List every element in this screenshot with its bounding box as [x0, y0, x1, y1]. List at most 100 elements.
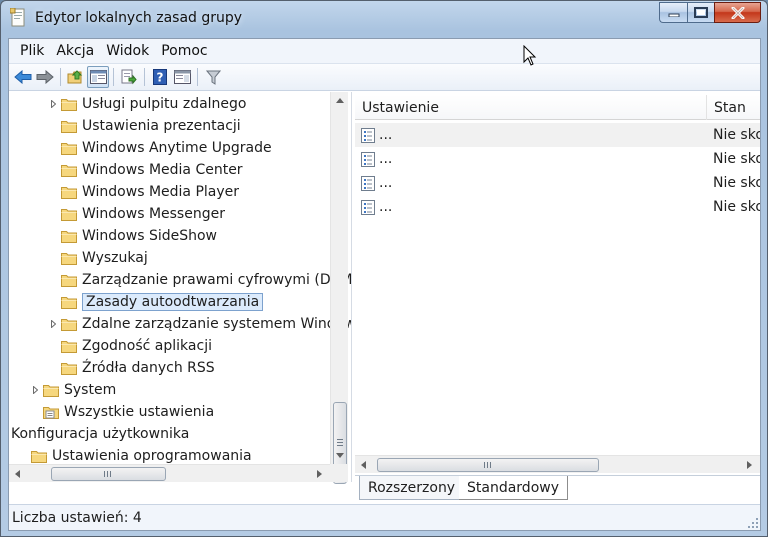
back-arrow-icon — [14, 70, 32, 84]
show-hide-tree-button[interactable] — [87, 66, 109, 88]
tree-expander[interactable] — [47, 100, 59, 108]
tree-item-label: Windows Anytime Upgrade — [82, 140, 272, 156]
view-tabs: Rozszerzony Standardowy — [355, 475, 760, 501]
menu-pomoc[interactable]: Pomoc — [155, 43, 213, 59]
scroll-down-button[interactable] — [331, 447, 349, 464]
menu-plik[interactable]: Plik — [14, 43, 50, 59]
list-scroll-right-button[interactable] — [741, 456, 758, 474]
tree-pane[interactable]: Usługi pulpitu zdalnego Ustawienia prezen… — [9, 92, 352, 482]
folder-icon — [61, 209, 77, 221]
scroll-left-button[interactable] — [9, 465, 26, 483]
tree-item[interactable]: Ustawienia prezentacji — [61, 115, 241, 137]
setting-name: ... — [379, 151, 393, 167]
chevron-right-icon — [50, 320, 56, 328]
arrow-left-icon — [361, 461, 366, 469]
setting-row[interactable]: ... Nie skonfigurowano — [355, 147, 760, 171]
policy-setting-icon — [361, 151, 375, 167]
filter-icon — [205, 70, 221, 85]
tree-item-label: Ustawienia oprogramowania — [52, 448, 252, 464]
list-scroll-left-button[interactable] — [355, 456, 372, 474]
tree-item-label: Usługi pulpitu zdalnego — [82, 96, 247, 112]
tree-item-label: Zarządzanie prawami cyfrowymi (DRM, — [82, 272, 352, 288]
caption-buttons — [659, 2, 761, 24]
tree-item[interactable]: Usługi pulpitu zdalnego — [50, 93, 247, 115]
tree-item[interactable]: Zgodność aplikacji — [61, 335, 212, 357]
tree-item[interactable]: Zdalne zarządzanie systemem Windows — [50, 313, 351, 335]
tree-vertical-scrollbar[interactable] — [330, 92, 349, 484]
resize-grip-icon[interactable] — [747, 517, 759, 529]
folder-icon — [43, 385, 59, 397]
arrow-left-icon — [15, 470, 20, 478]
tab-extended[interactable]: Rozszerzony — [359, 476, 465, 500]
tree-horizontal-scroll-thumb[interactable] — [51, 467, 166, 481]
folder-icon — [61, 297, 77, 309]
maximize-button[interactable] — [687, 2, 714, 23]
tree-item[interactable]: Zasady autoodtwarzania — [61, 291, 264, 313]
tree-item[interactable]: Zarządzanie prawami cyfrowymi (DRM, — [61, 269, 352, 291]
tree-expander[interactable] — [47, 320, 59, 328]
tree-item[interactable]: Windows Media Center — [61, 159, 243, 181]
tree-item[interactable]: System — [32, 379, 116, 401]
setting-row[interactable]: ... Nie skonfigurowano — [355, 123, 760, 147]
column-headers: Ustawienie Stan — [355, 95, 760, 120]
setting-state: Nie skonfigurowano — [713, 175, 760, 191]
tree-item[interactable]: Windows Anytime Upgrade — [61, 137, 272, 159]
arrow-right-icon — [317, 470, 322, 478]
forward-button[interactable] — [34, 66, 56, 88]
up-one-level-button[interactable] — [65, 66, 87, 88]
close-icon — [731, 6, 744, 19]
maximize-icon — [694, 7, 708, 18]
folder-icon — [61, 341, 77, 353]
close-button[interactable] — [714, 2, 761, 23]
setting-name: ... — [379, 127, 393, 143]
folder-icon — [61, 253, 77, 265]
tree-item-label: Windows Media Center — [82, 162, 243, 178]
list-horizontal-scroll-thumb[interactable] — [377, 458, 599, 472]
show-hide-action-pane-icon — [173, 70, 191, 84]
setting-row[interactable]: ... Nie skonfigurowano — [355, 171, 760, 195]
menu-akcja[interactable]: Akcja — [50, 43, 100, 59]
tree-item[interactable]: Windows Media Player — [61, 181, 239, 203]
tree-item-label: Windows Messenger — [82, 206, 225, 222]
mouse-cursor-icon — [523, 45, 537, 66]
setting-row[interactable]: ... Nie skonfigurowano — [355, 195, 760, 219]
toolbar-separator — [144, 68, 145, 86]
tree-item[interactable]: Wszystkie ustawienia — [43, 401, 214, 423]
tree-expander[interactable] — [29, 386, 41, 394]
back-button[interactable] — [12, 66, 34, 88]
tree-horizontal-scrollbar[interactable] — [9, 464, 330, 482]
title-bar[interactable]: Edytor lokalnych zasad grupy — [1, 1, 767, 37]
toolbar-separator — [113, 68, 114, 86]
toolbar-separator — [197, 68, 198, 86]
list-horizontal-scrollbar[interactable] — [355, 455, 760, 473]
folder-icon — [61, 165, 77, 177]
scroll-right-button[interactable] — [311, 465, 328, 483]
help-icon: ? — [153, 69, 167, 85]
help-button[interactable]: ? — [149, 66, 171, 88]
column-header-state[interactable]: Stan — [707, 95, 760, 120]
folder-icon — [61, 275, 77, 287]
show-hide-action-pane-button[interactable] — [171, 66, 193, 88]
main-window: Edytor lokalnych zasad grupy Plik Akcja … — [0, 0, 768, 537]
tab-standard[interactable]: Standardowy — [459, 476, 568, 500]
column-header-setting[interactable]: Ustawienie — [355, 95, 707, 120]
scroll-up-button[interactable] — [331, 92, 349, 109]
chevron-right-icon — [32, 386, 38, 394]
tree-item[interactable]: Wyszukaj — [61, 247, 148, 269]
tree-item-label: Windows Media Player — [82, 184, 240, 200]
arrow-right-icon — [747, 461, 752, 469]
setting-state: Nie skonfigurowano — [713, 199, 760, 215]
filter-button[interactable] — [202, 66, 224, 88]
minimize-button[interactable] — [659, 2, 687, 23]
tree-item[interactable]: Konfiguracja użytkownika — [11, 423, 189, 445]
export-list-button[interactable] — [118, 66, 140, 88]
settings-list[interactable]: Ustawienie Stan ... Nie skonfigurowano...… — [355, 95, 760, 465]
setting-state: Nie skonfigurowano — [713, 151, 760, 167]
menu-widok[interactable]: Widok — [100, 43, 155, 59]
tree-item[interactable]: Źródła danych RSS — [61, 357, 215, 379]
window-title: Edytor lokalnych zasad grupy — [35, 10, 243, 26]
settings-folder-icon — [43, 407, 59, 419]
show-hide-tree-icon — [89, 70, 107, 84]
tree-item[interactable]: Windows SideShow — [61, 225, 217, 247]
tree-item[interactable]: Windows Messenger — [61, 203, 225, 225]
